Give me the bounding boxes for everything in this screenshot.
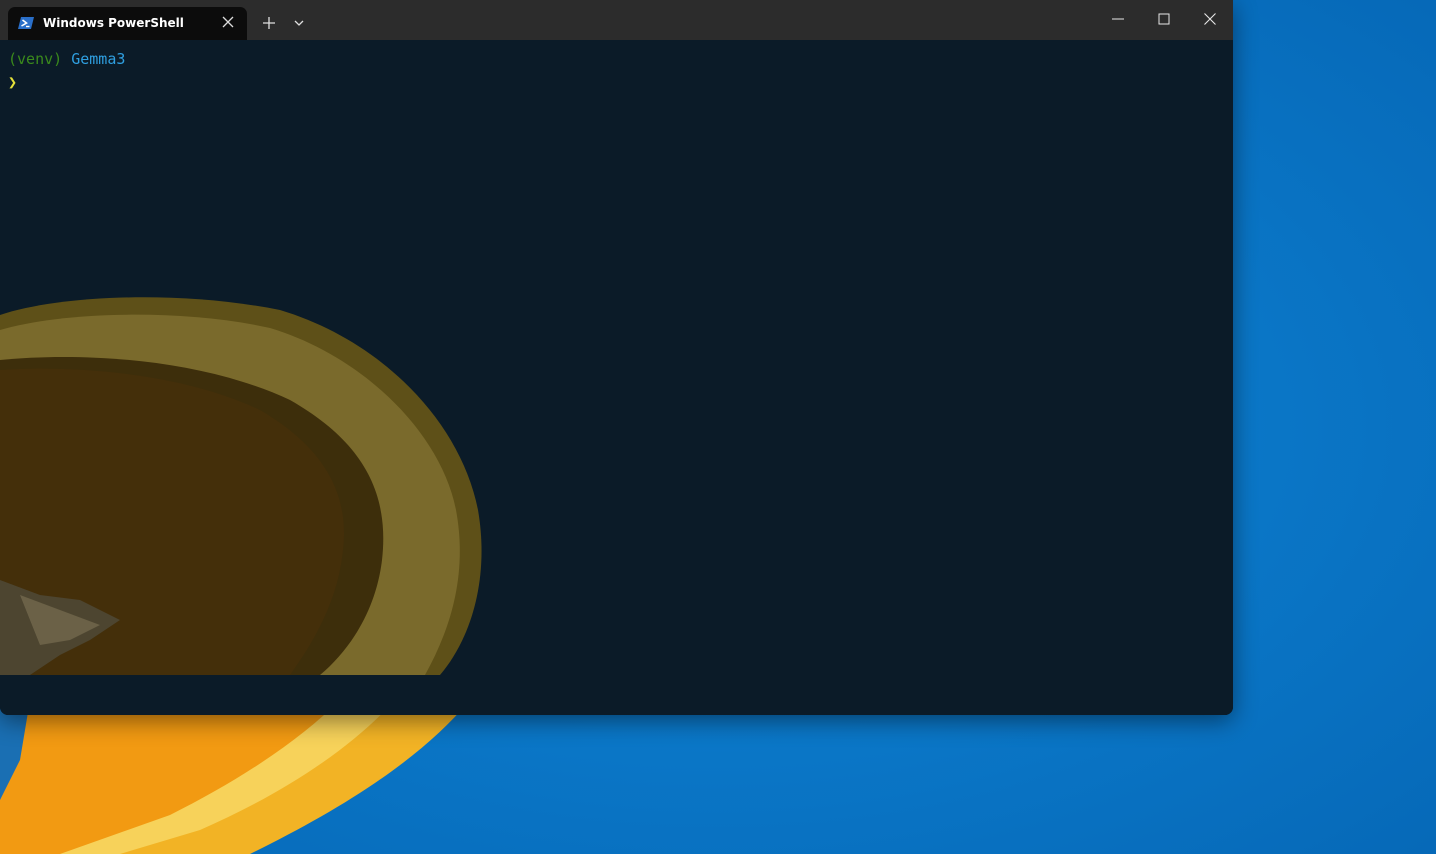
minimize-icon: [1112, 18, 1124, 20]
powershell-icon: [18, 17, 34, 29]
terminal-background-image: [0, 40, 1233, 715]
venv-indicator: (venv): [8, 50, 63, 68]
maximize-icon: [1158, 13, 1170, 25]
tab-label: Windows PowerShell: [43, 16, 184, 30]
prompt-line[interactable]: ❯: [8, 71, 125, 94]
tab-windows-powershell[interactable]: Windows PowerShell: [8, 7, 247, 40]
current-directory: Gemma3: [71, 50, 126, 68]
chevron-down-icon[interactable]: [289, 12, 309, 34]
close-tab-icon[interactable]: [221, 15, 235, 29]
close-window-button[interactable]: [1187, 0, 1233, 38]
terminal-window[interactable]: Windows PowerShell (venv) Gemma3 ❯: [0, 0, 1233, 715]
desktop: Windows PowerShell (venv) Gemma3 ❯: [0, 0, 1436, 854]
prompt-context-line: (venv) Gemma3: [8, 48, 125, 71]
minimize-button[interactable]: [1095, 0, 1141, 38]
close-icon: [1204, 13, 1216, 25]
prompt-symbol: ❯: [8, 73, 18, 91]
plus-icon[interactable]: [258, 12, 280, 34]
terminal-content[interactable]: (venv) Gemma3 ❯: [0, 40, 1233, 715]
title-bar[interactable]: Windows PowerShell: [0, 0, 1233, 40]
maximize-button[interactable]: [1141, 0, 1187, 38]
terminal-output: (venv) Gemma3 ❯: [8, 48, 125, 94]
